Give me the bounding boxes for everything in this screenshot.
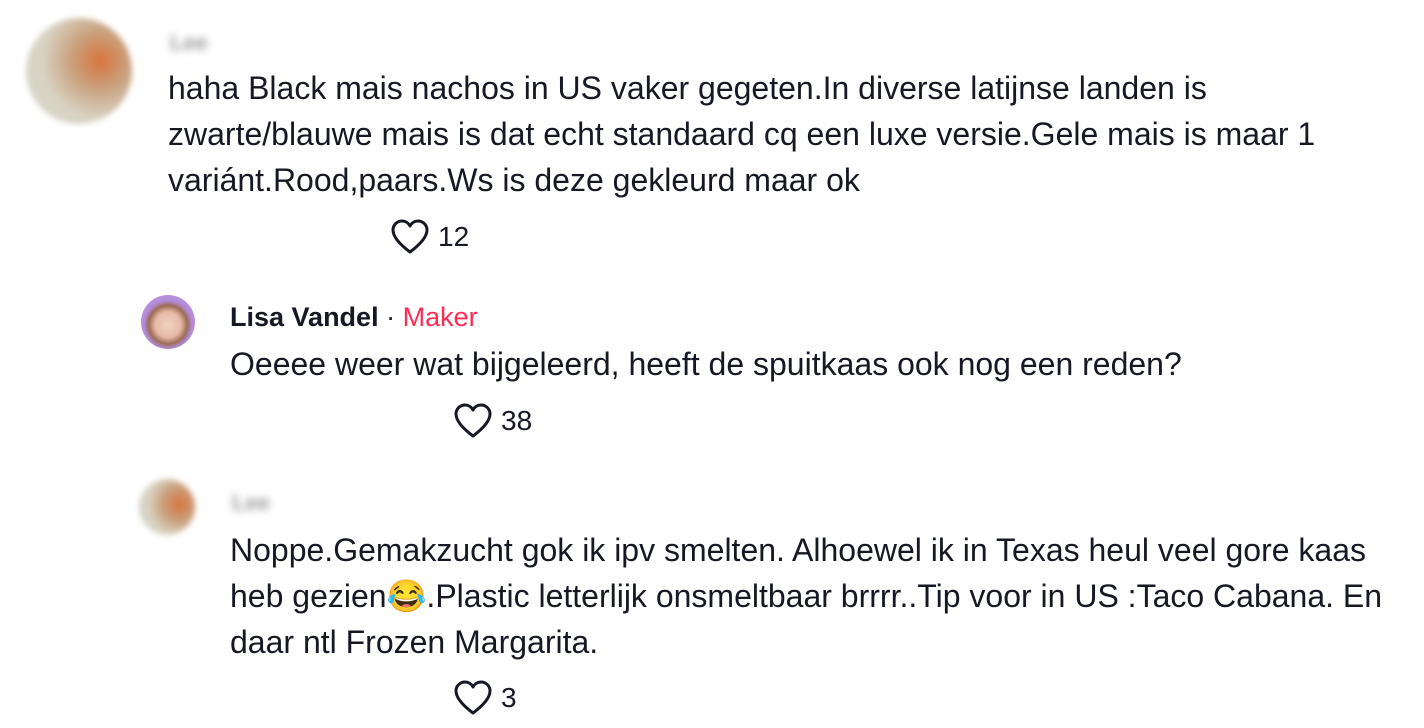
like-count: 12 xyxy=(438,221,470,252)
avatar[interactable] xyxy=(141,295,195,349)
like-button[interactable]: 38 xyxy=(453,403,532,439)
like-count: 38 xyxy=(501,405,533,436)
like-count: 3 xyxy=(501,682,517,713)
separator: · xyxy=(378,302,403,332)
comment-text: Oeeee weer wat bijgeleerd, heeft de spui… xyxy=(230,346,1182,382)
heart-outline-icon xyxy=(391,219,429,254)
maker-badge: Maker xyxy=(402,302,478,332)
comment-text: haha Black mais nachos in US vaker geget… xyxy=(168,70,1316,198)
like-button[interactable]: 3 xyxy=(453,680,517,716)
heart-outline-icon xyxy=(454,403,492,438)
avatar[interactable] xyxy=(26,18,132,124)
heart-outline-icon xyxy=(454,680,492,715)
comment-text: Noppe.Gemakzucht gok ik ipv smelten. Alh… xyxy=(230,532,1383,660)
avatar[interactable] xyxy=(139,479,195,535)
comment-username[interactable]: Lee xyxy=(232,490,270,516)
like-button[interactable]: 12 xyxy=(390,219,469,255)
comment-username[interactable]: Lisa Vandel · Maker xyxy=(230,302,478,333)
author-name[interactable]: Lisa Vandel xyxy=(230,302,379,332)
comment-username[interactable]: Lee xyxy=(170,30,208,56)
